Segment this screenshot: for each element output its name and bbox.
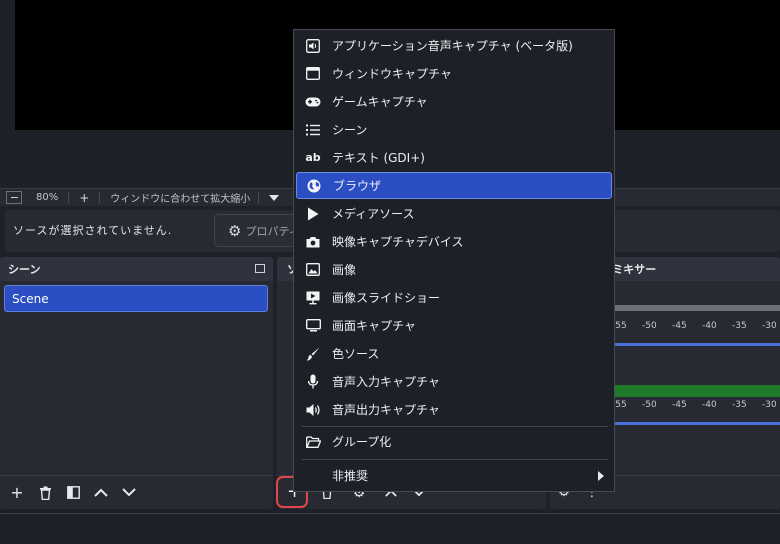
menu-item-scene[interactable]: シーン bbox=[296, 116, 612, 143]
image-icon bbox=[305, 262, 321, 278]
globe-icon bbox=[306, 178, 322, 194]
divider bbox=[68, 192, 70, 203]
meter-tick-label: -30 bbox=[762, 321, 777, 331]
status-bar bbox=[0, 513, 780, 544]
add-source-menu: アプリケーション音声キャプチャ (ベータ版) ウィンドウキャプチャ ゲームキャプ… bbox=[293, 29, 615, 492]
zoom-dropdown-icon[interactable] bbox=[269, 194, 280, 201]
meter-tick-label: -30 bbox=[762, 400, 777, 410]
camera-icon bbox=[305, 234, 321, 250]
menu-item-label: 画像スライドショー bbox=[332, 291, 441, 305]
menu-item-color-source[interactable]: 色ソース bbox=[296, 340, 612, 367]
menu-item-label: ウィンドウキャプチャ bbox=[332, 67, 452, 81]
scenes-dock-title: シーン bbox=[0, 257, 273, 281]
divider bbox=[258, 191, 260, 204]
menu-item-game-capture[interactable]: ゲームキャプチャ bbox=[296, 88, 612, 115]
menu-item-video-capture-device[interactable]: 映像キャプチャデバイス bbox=[296, 228, 612, 255]
meter-tick-label: -50 bbox=[642, 321, 657, 331]
scenes-title: シーン bbox=[8, 263, 41, 276]
speaker-icon bbox=[305, 402, 321, 418]
menu-item-label: ゲームキャプチャ bbox=[332, 95, 428, 109]
list-icon bbox=[305, 122, 321, 138]
divider bbox=[99, 192, 101, 203]
zoom-percent: 80% bbox=[36, 192, 59, 203]
no-source-selected-text: ソースが選択されていません. bbox=[13, 224, 173, 237]
window-icon bbox=[305, 66, 321, 82]
menu-item-image[interactable]: 画像 bbox=[296, 256, 612, 283]
filter-icon bbox=[66, 486, 80, 499]
menu-item-audio-input-capture[interactable]: 音声入力キャプチャ bbox=[296, 368, 612, 395]
trash-icon bbox=[39, 486, 51, 500]
meter-tick-label: -40 bbox=[702, 400, 717, 410]
menu-item-image-slideshow[interactable]: 画像スライドショー bbox=[296, 284, 612, 311]
speaker-app-icon bbox=[305, 38, 321, 54]
move-scene-up-button[interactable] bbox=[87, 482, 115, 504]
scenes-dock: シーン Scene + bbox=[0, 257, 273, 509]
blank-icon bbox=[305, 468, 321, 484]
scene-list-item[interactable]: Scene bbox=[4, 285, 268, 312]
remove-scene-button[interactable] bbox=[31, 482, 59, 504]
folder-open-icon bbox=[305, 434, 321, 450]
meter-tick-label: -35 bbox=[732, 400, 747, 410]
volume-slider[interactable] bbox=[610, 343, 780, 346]
menu-item-label: 画面キャプチャ bbox=[332, 319, 416, 333]
meter-tick-label: -50 bbox=[642, 400, 657, 410]
menu-item-label: 画像 bbox=[332, 263, 357, 277]
volume-meter-green bbox=[610, 385, 780, 397]
volume-slider[interactable] bbox=[610, 422, 780, 425]
menu-item-label: 色ソース bbox=[332, 347, 380, 361]
volume-meter-track bbox=[610, 305, 780, 311]
chevron-up-icon bbox=[94, 488, 108, 497]
submenu-arrow-icon bbox=[598, 470, 604, 481]
undock-icon[interactable] bbox=[255, 264, 265, 273]
menu-item-label: アプリケーション音声キャプチャ (ベータ版) bbox=[332, 39, 573, 53]
menu-item-application-audio[interactable]: アプリケーション音声キャプチャ (ベータ版) bbox=[296, 32, 612, 59]
fit-to-window-button[interactable]: ウィンドウに合わせて拡大縮小 bbox=[110, 190, 250, 205]
properties-label: プロパティ bbox=[245, 224, 300, 238]
meter-tick-label: -45 bbox=[672, 321, 687, 331]
menu-item-deprecated[interactable]: 非推奨 bbox=[296, 462, 612, 489]
slideshow-icon bbox=[305, 290, 321, 306]
menu-item-label: 音声出力キャプチャ bbox=[332, 403, 440, 417]
move-scene-down-button[interactable] bbox=[115, 482, 143, 504]
menu-separator bbox=[302, 459, 608, 460]
text-ab-icon: ab bbox=[305, 151, 321, 164]
menu-item-browser[interactable]: ブラウザ bbox=[296, 172, 612, 199]
menu-item-label: 音声入力キャプチャ bbox=[332, 375, 440, 389]
menu-item-window-capture[interactable]: ウィンドウキャプチャ bbox=[296, 60, 612, 87]
play-icon bbox=[305, 206, 321, 222]
menu-item-label: グループ化 bbox=[332, 435, 392, 449]
chevron-down-icon bbox=[122, 488, 136, 497]
menu-item-label: メディアソース bbox=[332, 207, 415, 221]
zoom-out-button[interactable] bbox=[6, 191, 22, 204]
meter-tick-label: -35 bbox=[732, 321, 747, 331]
zoom-in-button[interactable]: + bbox=[79, 191, 89, 205]
meter-tick-label: -45 bbox=[672, 400, 687, 410]
menu-item-label: テキスト (GDI+) bbox=[332, 151, 425, 165]
menu-item-audio-output-capture[interactable]: 音声出力キャプチャ bbox=[296, 396, 612, 423]
add-scene-button[interactable]: + bbox=[3, 482, 31, 504]
meter-tick-label: -40 bbox=[702, 321, 717, 331]
brush-icon bbox=[305, 346, 321, 362]
menu-item-label: ブラウザ bbox=[333, 179, 382, 193]
menu-item-display-capture[interactable]: 画面キャプチャ bbox=[296, 312, 612, 339]
menu-item-label: シーン bbox=[332, 123, 368, 137]
scene-filters-button[interactable] bbox=[59, 482, 87, 504]
gamepad-icon bbox=[305, 94, 321, 110]
menu-item-label: 映像キャプチャデバイス bbox=[332, 235, 464, 249]
menu-item-label: 非推奨 bbox=[332, 469, 369, 483]
scenes-toolbar: + bbox=[0, 475, 273, 509]
menu-item-text-gdi[interactable]: ab テキスト (GDI+) bbox=[296, 144, 612, 171]
gear-icon: ⚙ bbox=[228, 221, 242, 240]
menu-item-group[interactable]: グループ化 bbox=[296, 428, 612, 455]
microphone-icon bbox=[305, 374, 321, 390]
menu-item-media-source[interactable]: メディアソース bbox=[296, 200, 612, 227]
menu-separator bbox=[302, 426, 608, 427]
monitor-icon bbox=[305, 318, 321, 334]
